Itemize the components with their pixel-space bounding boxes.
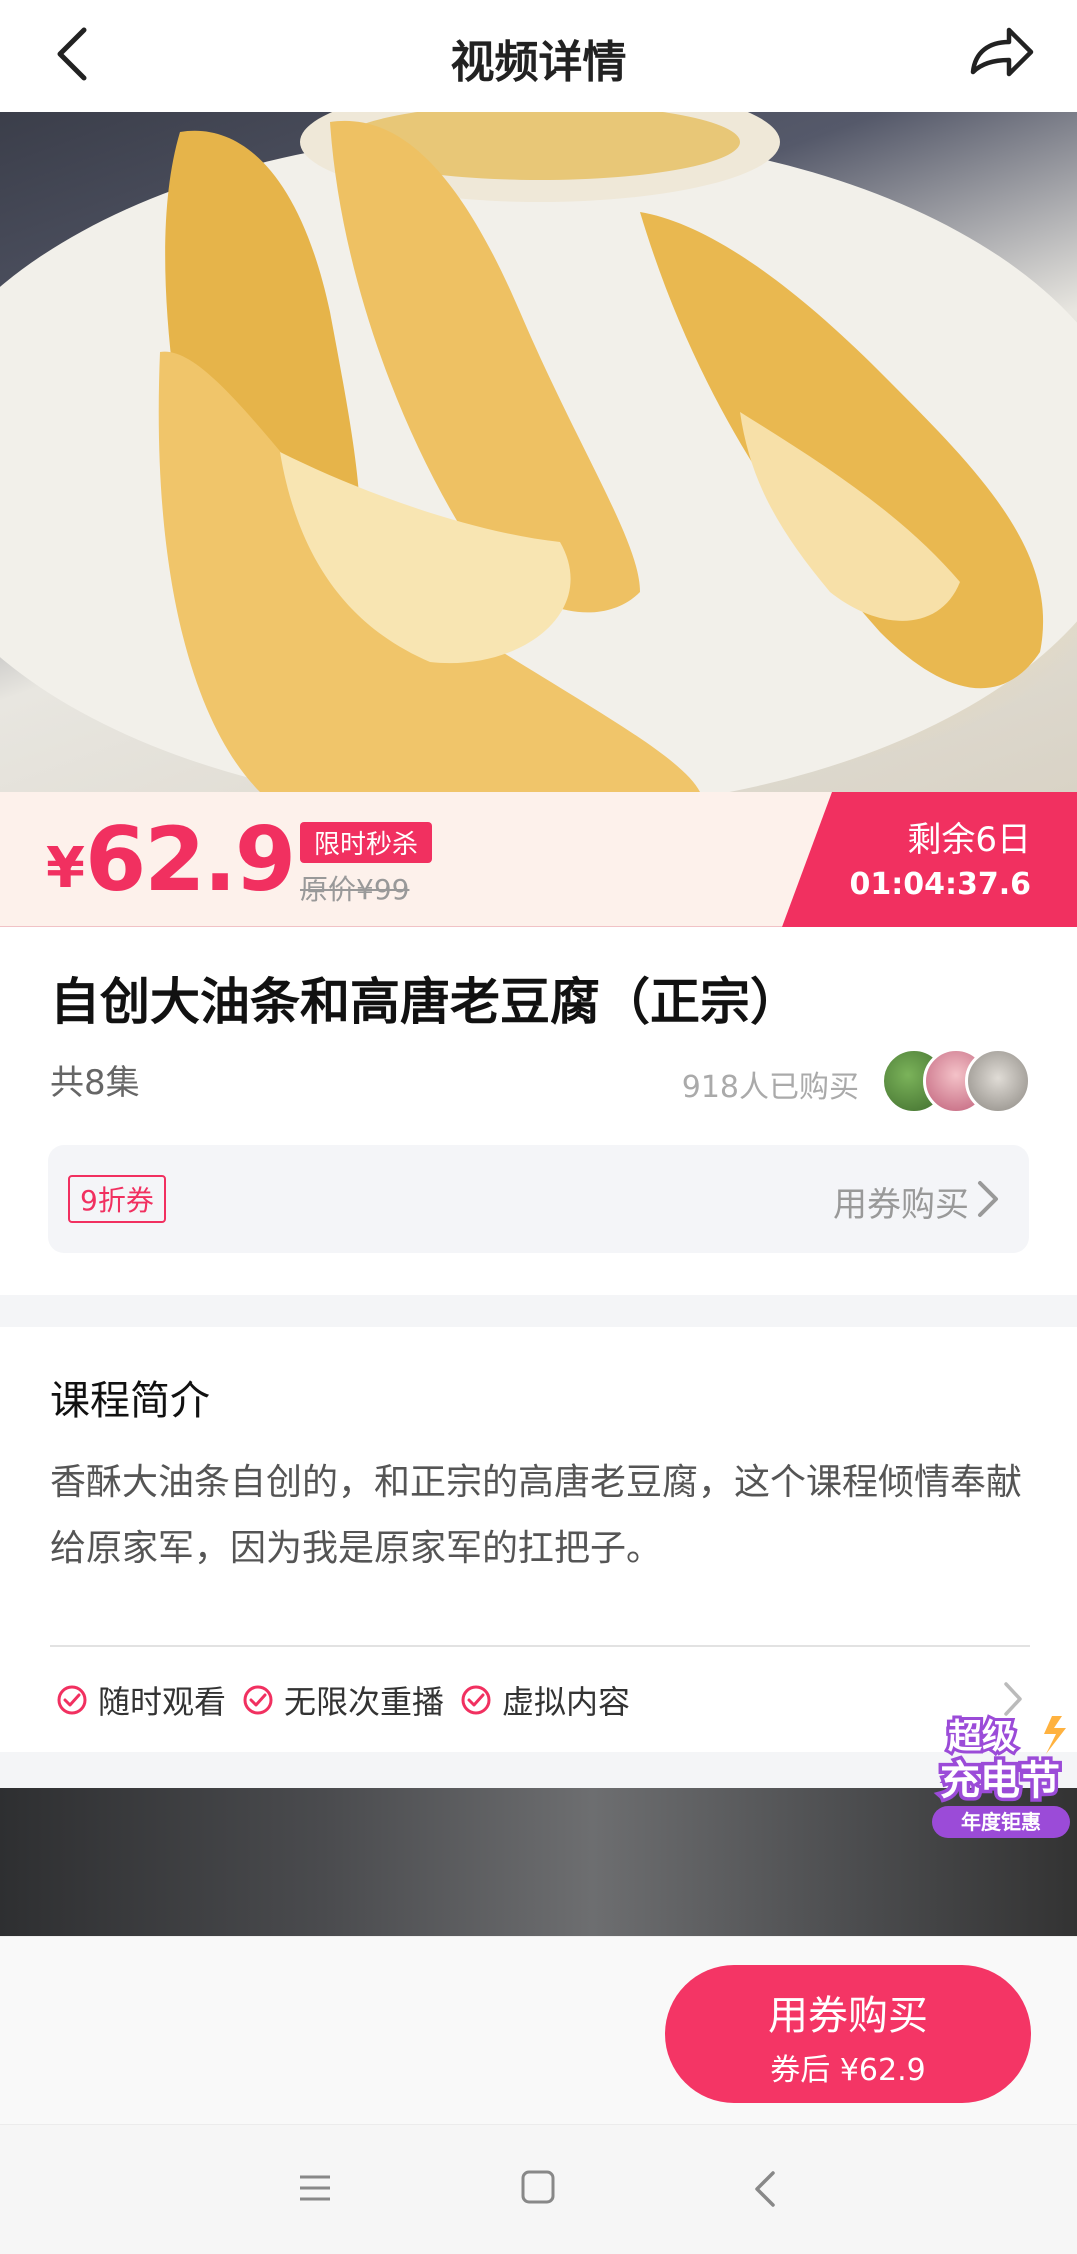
divider [50,1645,1030,1647]
avatar [965,1048,1031,1114]
check-circle-icon [243,1685,273,1715]
current-price: ¥62.9 [46,808,296,911]
promo-badge[interactable]: 年度钜惠 超级 充电节 [920,1702,1077,1842]
feature-label: 无限次重播 [284,1683,445,1721]
chevron-right-icon [978,1181,998,1217]
promo-badge-line1: 超级 [948,1717,1016,1757]
coupon-tag: 9折券 [68,1175,166,1223]
check-circle-icon [57,1685,87,1715]
buyer-count: 918人已购买 [681,1070,859,1105]
feature-label: 虚拟内容 [502,1683,631,1721]
content-image-preview [0,1788,1077,1936]
feature-item: 虚拟内容 [460,1677,630,1723]
system-nav-bar [0,2124,1077,2254]
course-title: 自创大油条和高唐老豆腐（正宗） [50,973,800,1031]
feature-item: 随时观看 [56,1677,226,1723]
share-arrow-icon[interactable] [967,22,1037,86]
promo-badge-line2: 充电节 [940,1758,1060,1804]
flash-sale-tag: 限时秒杀 [300,822,433,863]
section-divider [0,1752,1077,1788]
buy-with-coupon-button[interactable]: 用券购买 券后 ¥62.9 [665,1965,1031,2103]
feature-list: 随时观看 无限次重播 虚拟内容 [56,1677,646,1723]
countdown-days: 剩余6日 [907,820,1031,860]
original-price: 原价¥99 [300,873,410,906]
home-square-icon[interactable] [520,2169,556,2205]
check-circle-icon [461,1685,491,1715]
intro-heading: 课程简介 [50,1378,210,1424]
menu-icon[interactable] [298,2173,332,2203]
price-bar: ¥62.9 限时秒杀 原价¥99 剩余6日 01:04:37.6 [0,792,1077,927]
course-cover-image [0,112,1077,792]
bottom-action-bar: 用券购买 券后 ¥62.9 [0,1936,1077,2124]
price-amount: 62.9 [84,808,296,911]
intro-text: 香酥大油条自创的，和正宗的高唐老豆腐，这个课程倾情奉献给原家军，因为我是原家军的… [50,1462,1023,1569]
page-title: 视频详情 [450,37,627,88]
currency-symbol: ¥ [46,836,85,901]
episode-count: 共8集 [50,1063,140,1103]
countdown-timer: 剩余6日 01:04:37.6 [782,792,1077,927]
buyer-avatars [881,1048,1031,1114]
feature-item: 无限次重播 [242,1677,444,1723]
use-coupon-link[interactable]: 用券购买 [833,1177,969,1226]
promo-badge-subtitle: 年度钜惠 [961,1810,1041,1834]
buy-button-label: 用券购买 [768,1993,928,2039]
countdown-time: 01:04:37.6 [849,867,1031,902]
section-divider [0,1295,1077,1327]
back-icon[interactable] [752,2169,778,2209]
coupon-row[interactable]: 9折券 用券购买 [48,1145,1029,1253]
feature-label: 随时观看 [98,1683,227,1721]
top-nav-bar: 视频详情 [0,0,1077,112]
buy-button-subtext: 券后 ¥62.9 [770,2053,926,2088]
